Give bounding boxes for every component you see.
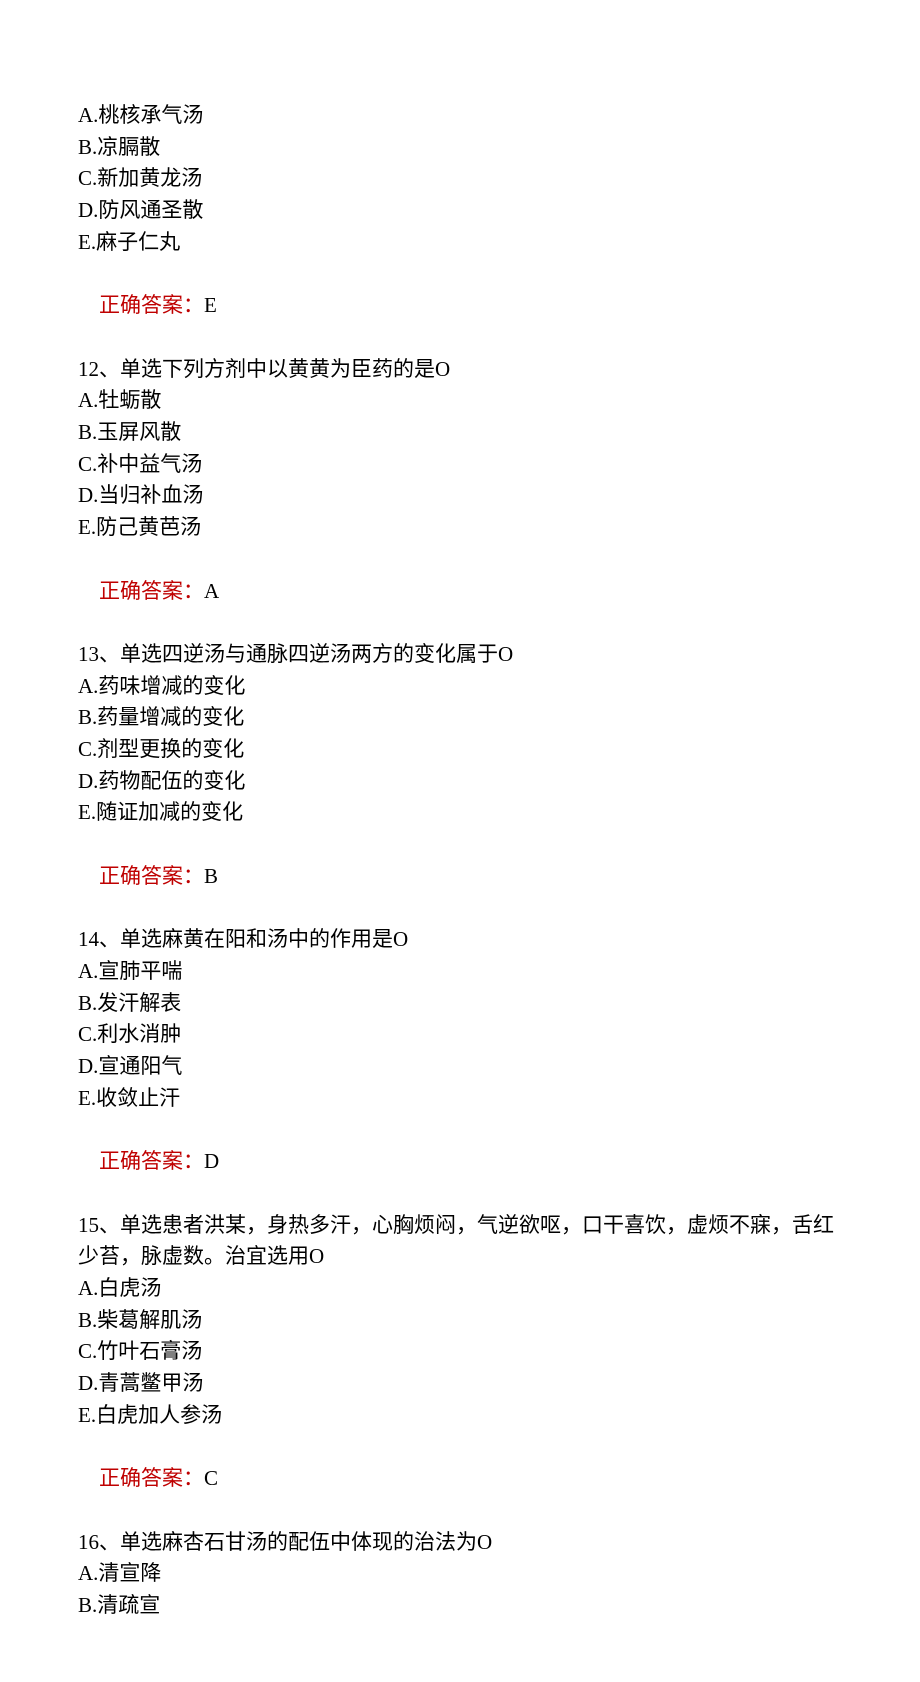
option-text: B.清疏宣 <box>78 1590 842 1622</box>
option-text: E.白虎加人参汤 <box>78 1400 842 1432</box>
option-text: A.牡蛎散 <box>78 385 842 417</box>
option-text: C.利水消肿 <box>78 1019 842 1051</box>
answer-label: 正确答案： <box>99 579 204 603</box>
option-text: A.药味增减的变化 <box>78 671 842 703</box>
answer-line: 正确答案：E <box>78 259 842 354</box>
question-stem: 16、单选麻杏石甘汤的配伍中体现的治法为O <box>78 1527 842 1559</box>
question-stem: 14、单选麻黄在阳和汤中的作用是O <box>78 924 842 956</box>
option-text: B.玉屏风散 <box>78 417 842 449</box>
option-text: B.凉膈散 <box>78 132 842 164</box>
option-text: D.宣通阳气 <box>78 1051 842 1083</box>
answer-line: 正确答案：D <box>78 1115 842 1210</box>
option-text: C.新加黄龙汤 <box>78 163 842 195</box>
answer-label: 正确答案： <box>99 1466 204 1490</box>
option-text: B.药量增减的变化 <box>78 702 842 734</box>
option-text: A.桃核承气汤 <box>78 100 842 132</box>
option-text: E.麻子仁丸 <box>78 227 842 259</box>
question-stem: 12、单选下列方剂中以黄黄为臣药的是O <box>78 354 842 386</box>
option-text: D.当归补血汤 <box>78 480 842 512</box>
option-text: B.发汗解表 <box>78 988 842 1020</box>
option-text: E.防己黄芭汤 <box>78 512 842 544</box>
answer-line: 正确答案：B <box>78 829 842 924</box>
answer-value: B <box>204 864 218 888</box>
answer-label: 正确答案： <box>99 1149 204 1173</box>
option-text: D.药物配伍的变化 <box>78 766 842 798</box>
answer-line: 正确答案：A <box>78 544 842 639</box>
answer-value: A <box>204 579 219 603</box>
document-page: A.桃核承气汤 B.凉膈散 C.新加黄龙汤 D.防风通圣散 E.麻子仁丸 正确答… <box>0 0 920 1682</box>
option-text: A.清宣降 <box>78 1558 842 1590</box>
option-text: B.柴葛解肌汤 <box>78 1305 842 1337</box>
option-text: D.防风通圣散 <box>78 195 842 227</box>
option-text: C.竹叶石膏汤 <box>78 1336 842 1368</box>
option-text: D.青蒿鳖甲汤 <box>78 1368 842 1400</box>
option-text: A.宣肺平喘 <box>78 956 842 988</box>
answer-value: E <box>204 293 217 317</box>
option-text: C.补中益气汤 <box>78 449 842 481</box>
option-text: E.收敛止汗 <box>78 1083 842 1115</box>
question-stem: 15、单选患者洪某，身热多汗，心胸烦闷，气逆欲呕，口干喜饮，虚烦不寐，舌红少苔，… <box>78 1210 842 1273</box>
question-stem: 13、单选四逆汤与通脉四逆汤两方的变化属于O <box>78 639 842 671</box>
answer-value: D <box>204 1149 219 1173</box>
answer-label: 正确答案： <box>99 864 204 888</box>
answer-line: 正确答案：C <box>78 1432 842 1527</box>
option-text: A.白虎汤 <box>78 1273 842 1305</box>
option-text: E.随证加减的变化 <box>78 797 842 829</box>
answer-label: 正确答案： <box>99 293 204 317</box>
answer-value: C <box>204 1466 218 1490</box>
option-text: C.剂型更换的变化 <box>78 734 842 766</box>
